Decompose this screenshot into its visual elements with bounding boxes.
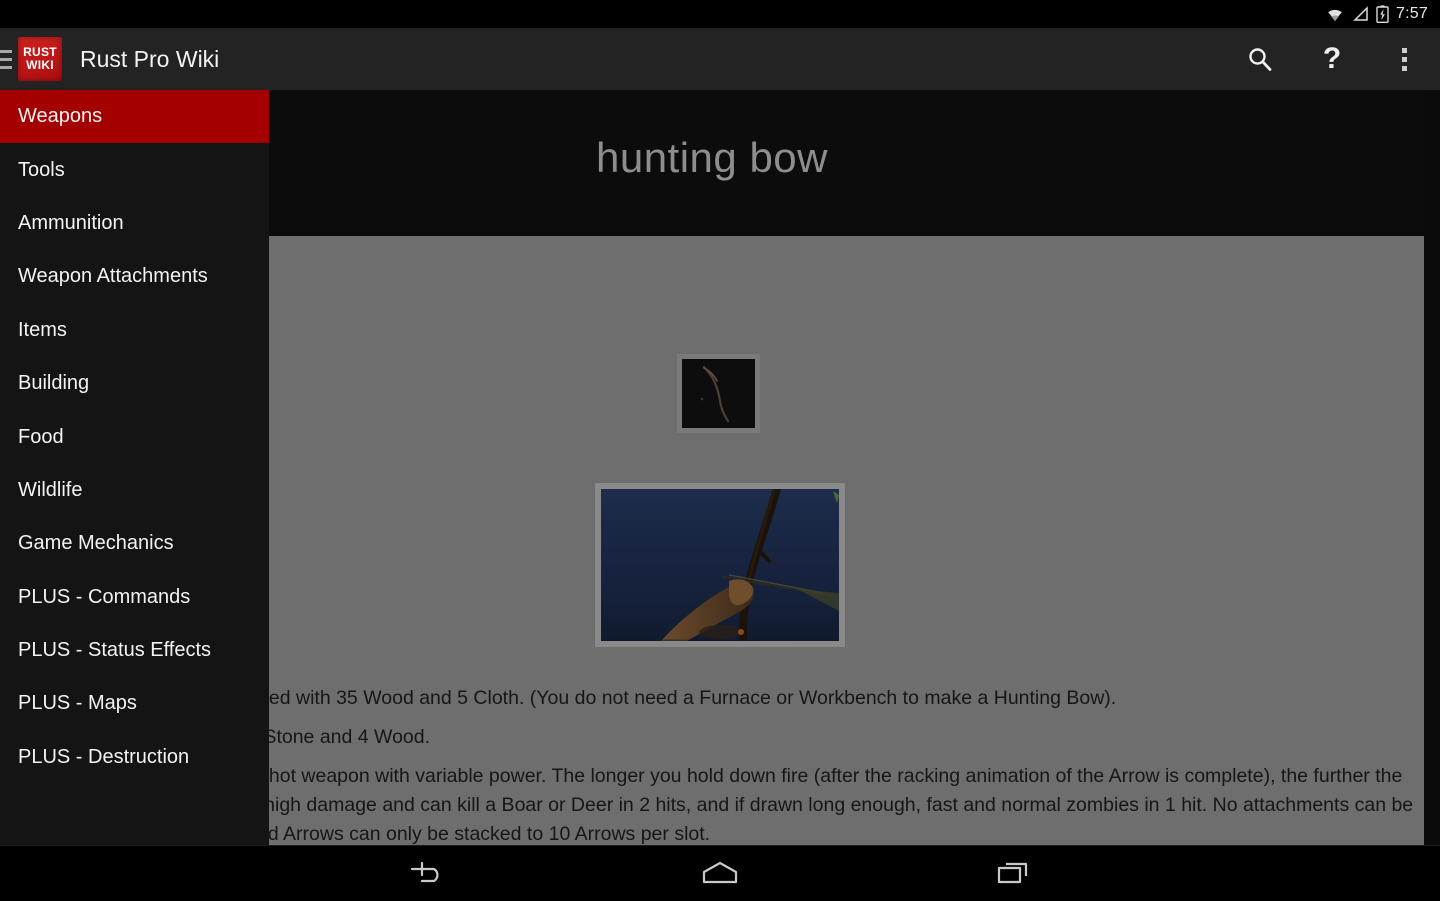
overflow-menu-button[interactable]	[1368, 28, 1440, 90]
sidebar-item-items[interactable]: Items	[0, 304, 269, 357]
sidebar-item-building[interactable]: Building	[0, 357, 269, 410]
sidebar-item-weapon-attachments[interactable]: Weapon Attachments	[0, 250, 269, 303]
sidebar-item-label: Wildlife	[18, 478, 83, 501]
status-icon-group	[1325, 5, 1389, 23]
wifi-icon	[1325, 6, 1345, 22]
app-logo: RUST WIKI	[18, 37, 62, 81]
sidebar-item-label: Food	[18, 425, 64, 448]
app-screen: 7:57 RUST WIKI Rust Pro Wiki ? hunting b…	[0, 0, 1440, 900]
overflow-menu-icon	[1401, 47, 1407, 71]
battery-charging-icon	[1376, 5, 1389, 23]
system-navigation-bar	[0, 845, 1440, 900]
back-arrow-icon	[408, 859, 446, 887]
app-title: Rust Pro Wiki	[80, 45, 220, 72]
sidebar-item-label: PLUS - Destruction	[18, 745, 190, 768]
recents-button[interactable]	[973, 846, 1053, 901]
sidebar-item-plus-commands[interactable]: PLUS - Commands	[0, 571, 269, 624]
sidebar-item-label: Tools	[18, 158, 65, 181]
recents-icon	[993, 859, 1033, 887]
sidebar-item-label: PLUS - Status Effects	[18, 639, 212, 662]
sidebar-item-label: Items	[18, 318, 67, 341]
sidebar-item-label: Ammunition	[18, 211, 124, 234]
app-action-bar: RUST WIKI Rust Pro Wiki ?	[0, 28, 1440, 90]
navigation-drawer[interactable]: Weapons Tools Ammunition Weapon Attachme…	[0, 90, 269, 845]
sidebar-item-tools[interactable]: Tools	[0, 143, 269, 196]
home-button[interactable]	[680, 846, 760, 901]
back-button[interactable]	[387, 846, 467, 901]
sidebar-item-game-mechanics[interactable]: Game Mechanics	[0, 517, 269, 570]
content-right-gutter	[1424, 90, 1440, 845]
hunting-bow-in-game-screenshot	[601, 489, 839, 641]
sidebar-item-label: Weapon Attachments	[18, 265, 208, 288]
app-logo-line2: WIKI	[26, 58, 54, 72]
item-thumbnail[interactable]	[677, 354, 760, 433]
status-clock: 7:57	[1396, 5, 1428, 22]
sidebar-item-plus-maps[interactable]: PLUS - Maps	[0, 677, 269, 730]
sidebar-item-label: Building	[18, 372, 90, 395]
sidebar-item-plus-status-effects[interactable]: PLUS - Status Effects	[0, 624, 269, 677]
sidebar-item-label: Weapons	[18, 105, 103, 128]
home-icon	[699, 859, 741, 887]
sidebar-item-wildlife[interactable]: Wildlife	[0, 464, 269, 517]
sidebar-item-plus-destruction[interactable]: PLUS - Destruction	[0, 731, 269, 784]
sidebar-item-ammunition[interactable]: Ammunition	[0, 197, 269, 250]
help-icon: ?	[1322, 42, 1342, 75]
screenshot-frame[interactable]	[595, 483, 845, 647]
sidebar-item-label: PLUS - Commands	[18, 585, 191, 608]
hamburger-menu-icon[interactable]	[0, 49, 12, 69]
signal-icon	[1352, 6, 1369, 22]
sidebar-item-label: PLUS - Maps	[18, 692, 137, 715]
search-icon	[1246, 45, 1274, 73]
search-button[interactable]	[1224, 28, 1296, 90]
system-status-bar: 7:57	[0, 0, 1440, 28]
hunting-bow-item-icon	[682, 359, 755, 428]
help-button[interactable]: ?	[1296, 28, 1368, 90]
sidebar-item-weapons[interactable]: Weapons	[0, 90, 269, 144]
sidebar-item-label: Game Mechanics	[18, 532, 174, 555]
sidebar-item-food[interactable]: Food	[0, 410, 269, 463]
